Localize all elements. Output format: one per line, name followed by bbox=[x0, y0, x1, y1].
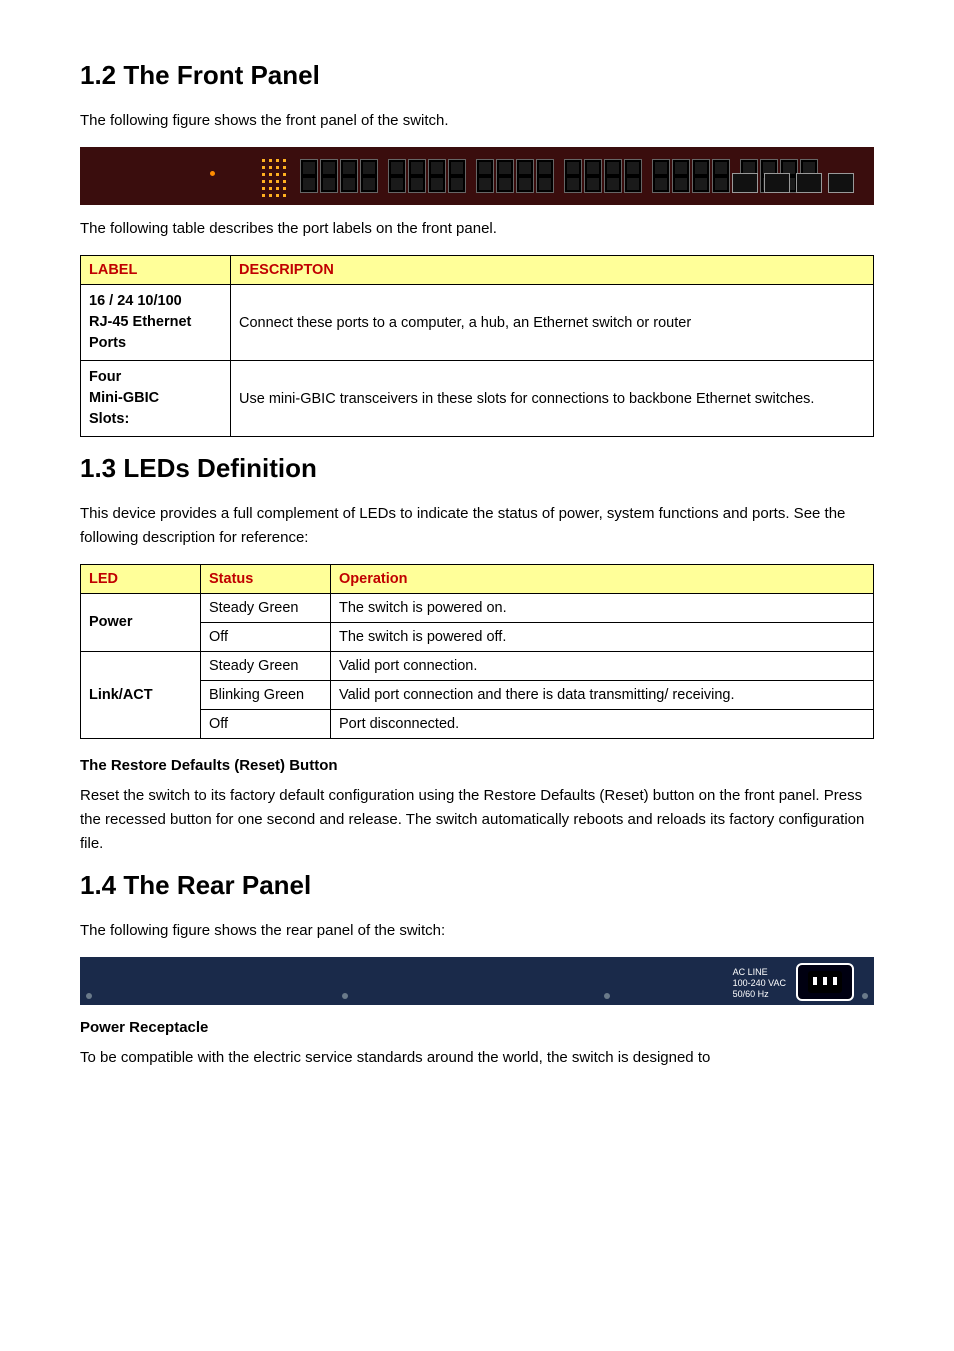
fp-row1-label: FourMini-GBICSlots: bbox=[81, 361, 231, 437]
screw-icon bbox=[342, 993, 348, 999]
led-row3-status: Blinking Green bbox=[201, 681, 331, 710]
power-inlet-icon bbox=[796, 963, 854, 1001]
led-th-status: Status bbox=[201, 565, 331, 594]
rear-panel-figure: AC LINE100-240 VAC50/60 Hz bbox=[80, 957, 874, 1005]
front-panel-label-table: LABEL DESCRIPTON 16 / 24 10/100RJ-45 Eth… bbox=[80, 255, 874, 437]
power-receptacle-heading: Power Receptacle bbox=[80, 1019, 874, 1036]
power-led-icon bbox=[210, 171, 215, 176]
led-row4-status: Off bbox=[201, 710, 331, 739]
section-1-4-heading: 1.4 The Rear Panel bbox=[80, 870, 874, 901]
section-1-2-heading: 1.2 The Front Panel bbox=[80, 60, 874, 91]
ac-line-label: AC LINE100-240 VAC50/60 Hz bbox=[733, 967, 786, 999]
section-1-3-heading: 1.3 LEDs Definition bbox=[80, 453, 874, 484]
fp-row0-desc: Connect these ports to a computer, a hub… bbox=[231, 285, 874, 361]
power-receptacle-body: To be compatible with the electric servi… bbox=[80, 1046, 874, 1070]
led-row0-status: Steady Green bbox=[201, 594, 331, 623]
screw-icon bbox=[862, 993, 868, 999]
fp-row1-desc: Use mini-GBIC transceivers in these slot… bbox=[231, 361, 874, 437]
table-row: Link/ACT Steady Green Valid port connect… bbox=[81, 652, 874, 681]
table-row: FourMini-GBICSlots: Use mini-GBIC transc… bbox=[81, 361, 874, 437]
reset-button-heading: The Restore Defaults (Reset) Button bbox=[80, 757, 874, 774]
led-row0-op: The switch is powered on. bbox=[331, 594, 874, 623]
table-row: Power Steady Green The switch is powered… bbox=[81, 594, 874, 623]
front-panel-figure bbox=[80, 147, 874, 205]
led-linkact-label: Link/ACT bbox=[81, 652, 201, 739]
leds-table: LED Status Operation Power Steady Green … bbox=[80, 564, 874, 739]
led-th-op: Operation bbox=[331, 565, 874, 594]
led-row3-op: Valid port connection and there is data … bbox=[331, 681, 874, 710]
screw-icon bbox=[86, 993, 92, 999]
front-panel-table-caption: The following table describes the port l… bbox=[80, 217, 874, 241]
section-1-4-intro: The following figure shows the rear pane… bbox=[80, 919, 874, 943]
led-row2-status: Steady Green bbox=[201, 652, 331, 681]
rj45-ports-block bbox=[300, 159, 694, 191]
led-matrix-icon bbox=[260, 157, 290, 199]
led-row1-status: Off bbox=[201, 623, 331, 652]
led-row4-op: Port disconnected. bbox=[331, 710, 874, 739]
fp-row0-label: 16 / 24 10/100RJ-45 EthernetPorts bbox=[81, 285, 231, 361]
section-1-3-intro: This device provides a full complement o… bbox=[80, 502, 874, 550]
led-row2-op: Valid port connection. bbox=[331, 652, 874, 681]
fp-th-label: LABEL bbox=[81, 256, 231, 285]
led-row1-op: The switch is powered off. bbox=[331, 623, 874, 652]
fp-th-desc: DESCRIPTON bbox=[231, 256, 874, 285]
section-1-2-intro: The following figure shows the front pan… bbox=[80, 109, 874, 133]
reset-button-body: Reset the switch to its factory default … bbox=[80, 784, 874, 856]
table-row: 16 / 24 10/100RJ-45 EthernetPorts Connec… bbox=[81, 285, 874, 361]
led-power-label: Power bbox=[81, 594, 201, 652]
led-th-led: LED bbox=[81, 565, 201, 594]
screw-icon bbox=[604, 993, 610, 999]
sfp-slots-block bbox=[732, 173, 854, 193]
